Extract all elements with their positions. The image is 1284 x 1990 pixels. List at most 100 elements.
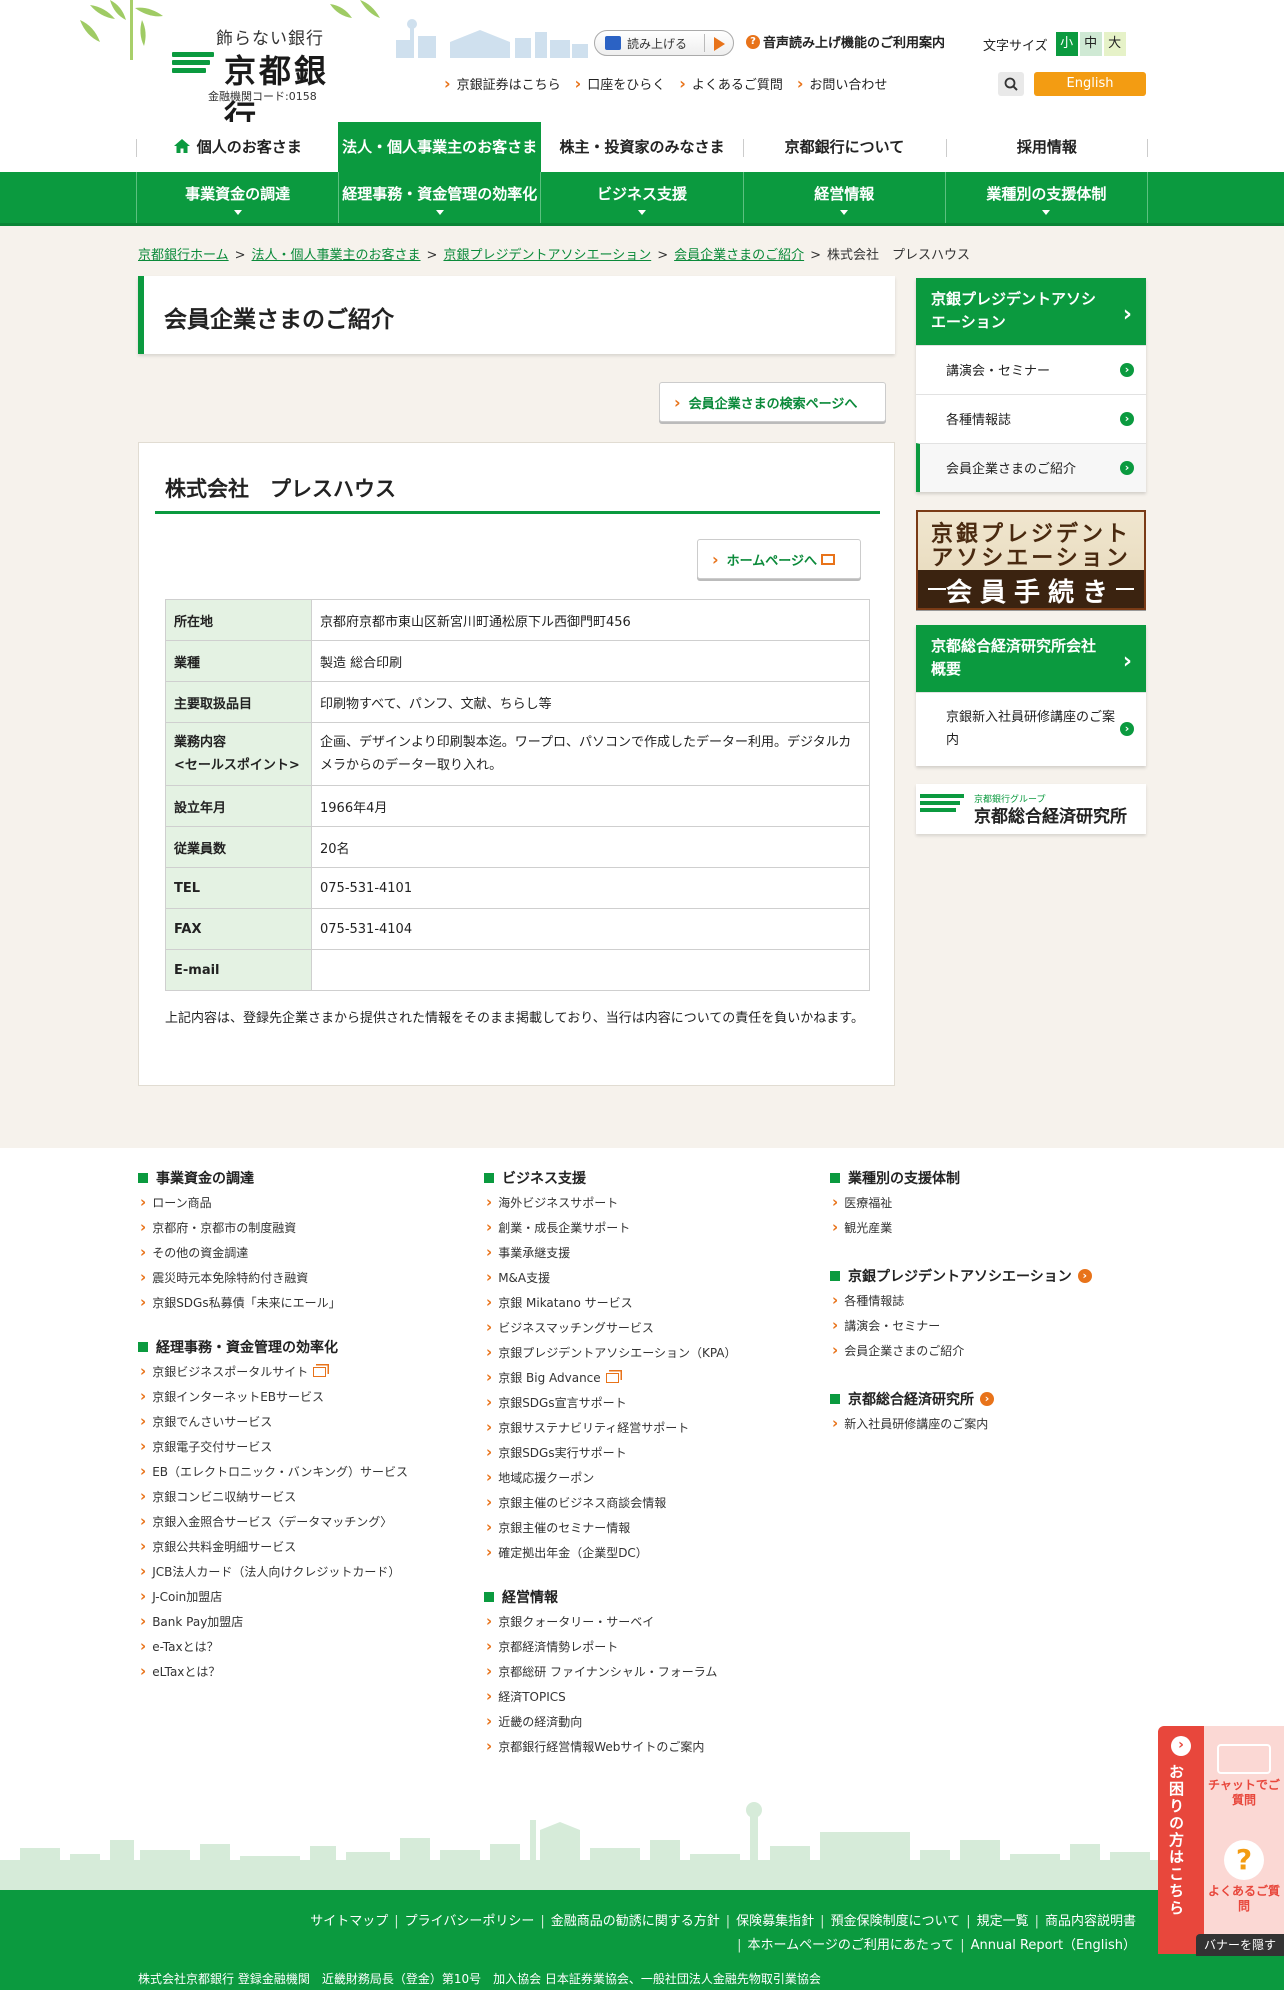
breadcrumb-current: 株式会社 プレスハウス	[827, 248, 971, 263]
footer-bottom: サイトマッププライバシーポリシー金融商品の勧誘に関する方針保険募集指針預金保険制…	[0, 1890, 1284, 1990]
chevron-right-icon: ›	[1120, 460, 1134, 475]
nav-about[interactable]: 京都銀行について	[743, 122, 945, 172]
search-button[interactable]	[998, 72, 1024, 96]
footer-section: 事業資金の調達 ローン商品 京都府・京都市の制度融資 その他の資金調達 震災時元…	[138, 1168, 408, 1315]
footer-section: 京銀プレジデントアソシエーション› 各種情報誌 講演会・セミナー 会員企業さまの…	[830, 1266, 1092, 1363]
institution-code: 金融機関コード:0158	[208, 90, 317, 103]
hide-banner-button[interactable]: バナーを隠す	[1196, 1934, 1284, 1956]
terms-of-use-link[interactable]: 本ホームページのご利用にあたって	[731, 1938, 954, 1953]
open-account-link[interactable]: 口座をひらく	[575, 74, 665, 93]
breadcrumb-corporate[interactable]: 法人・個人事業主のお客さま	[252, 248, 421, 263]
disclaimer-note: 上記内容は、登録先企業さまから提供された情報をそのまま掲載しており、当行は内容に…	[165, 1011, 865, 1026]
breadcrumb-home[interactable]: 京都銀行ホーム	[138, 248, 229, 263]
sidebar-kpa-heading[interactable]: 京銀プレジデントアソシエーション	[916, 278, 1146, 345]
securities-link[interactable]: 京銀証券はこちら	[444, 74, 561, 93]
ker-banner[interactable]: 京都銀行グループ 京都総合経済研究所	[916, 784, 1146, 834]
new-window-icon	[313, 1367, 327, 1377]
deposit-insurance-link[interactable]: 預金保険制度について	[814, 1914, 960, 1929]
chevron-right-icon: ›	[1120, 411, 1134, 426]
page-title: 会員企業さまのご紹介	[164, 307, 394, 333]
product-description-link[interactable]: 商品内容説明書	[1029, 1914, 1136, 1929]
subnav-industry-support[interactable]: 業種別の支援体制	[944, 172, 1149, 223]
nav-recruit[interactable]: 採用情報	[945, 122, 1149, 172]
footer-column-2: ビジネス支援 海外ビジネスサポート 創業・成長企業サポート 事業承継支援 M&A…	[484, 1168, 737, 1781]
faq-link[interactable]: よくあるご質問	[679, 74, 783, 93]
footer-section: 業種別の支援体制 医療福祉 観光産業	[830, 1168, 1092, 1240]
subnav-accounting[interactable]: 経理事務・資金管理の効率化	[338, 172, 540, 223]
speaker-icon	[605, 36, 621, 50]
nav-corporate[interactable]: 法人・個人事業主のお客さま	[338, 122, 541, 172]
chevron-right-icon: ›	[1120, 362, 1134, 377]
homepage-button[interactable]: › ホームページへ	[697, 539, 861, 579]
font-size-medium-button[interactable]: 中	[1079, 32, 1102, 56]
search-icon	[1004, 77, 1018, 91]
footer-column-1: 事業資金の調達 ローン商品 京都府・京都市の制度融資 その他の資金調達 震災時元…	[138, 1168, 408, 1706]
home-icon	[173, 139, 190, 153]
faq-button[interactable]: ? よくあるご質問	[1204, 1840, 1284, 1914]
question-icon: ?	[746, 34, 760, 49]
contact-link[interactable]: お問い合わせ	[797, 74, 887, 93]
table-row: 従業員数 20名	[165, 826, 870, 868]
font-size-small-button[interactable]: 小	[1055, 32, 1078, 56]
font-size-large-button[interactable]: 大	[1103, 32, 1126, 56]
sitemap-link[interactable]: サイトマップ	[310, 1914, 388, 1929]
play-icon	[714, 37, 725, 51]
english-button[interactable]: English	[1034, 72, 1146, 96]
table-row: 業種 製造 総合印刷	[165, 640, 870, 682]
subnav-funding[interactable]: 事業資金の調達	[136, 172, 338, 223]
bank-logo[interactable]: 飾らない銀行 京都銀行 金融機関コード:0158	[172, 24, 362, 122]
table-row: 業務内容 <セールスポイント> 企画、デザインより印刷製本迄。ワープロ、パソコンで作…	[165, 722, 870, 786]
chevron-right-icon: ›	[1077, 1269, 1092, 1283]
privacy-link[interactable]: プライバシーポリシー	[388, 1914, 534, 1929]
regulations-link[interactable]: 規定一覧	[960, 1914, 1028, 1929]
footer-bottom-links: サイトマッププライバシーポリシー金融商品の勧誘に関する方針保険募集指針預金保険制…	[310, 1910, 1136, 1958]
footer-column-3: 業種別の支援体制 医療福祉 観光産業 京銀プレジデントアソシエーション› 各種情…	[830, 1168, 1092, 1458]
member-search-page-button[interactable]: › 会員企業さまの検索ページへ	[659, 382, 886, 422]
footer-section: 経営情報 京銀クォータリー・サーベイ 京都経済情勢レポート 京都総研 ファイナン…	[484, 1587, 737, 1759]
table-row: E-mail	[165, 949, 870, 991]
subnav-business-support[interactable]: ビジネス支援	[540, 172, 742, 223]
ker-logo-icon	[920, 794, 964, 815]
sidebar-ker-heading[interactable]: 京都総合経済研究所会社概要	[916, 625, 1146, 692]
nav-investors[interactable]: 株主・投資家のみなさま	[541, 122, 743, 172]
company-info-table: 所在地 京都府京都市東山区新宮川町通松原下ル西御門町456 業種 製造 総合印刷 主…	[165, 599, 870, 991]
bank-name: 京都銀行	[224, 52, 330, 122]
bamboo-decoration-icon	[80, 0, 163, 60]
footer-section: 経理事務・資金管理の効率化 京銀ビジネスポータルサイト 京銀インターネットEBサ…	[138, 1337, 408, 1684]
table-row: FAX 075-531-4104	[165, 908, 870, 950]
chat-question-button[interactable]: チャットでご質問	[1204, 1744, 1284, 1808]
chat-icon	[1217, 1744, 1271, 1774]
breadcrumb-members[interactable]: 会員企業さまのご紹介	[674, 248, 804, 263]
subnav-management-info[interactable]: 経営情報	[742, 172, 945, 223]
read-aloud-button[interactable]: 読み上げる	[594, 30, 734, 56]
chevron-right-icon: ›	[1120, 722, 1134, 736]
annual-report-link[interactable]: Annual Report（English）	[954, 1938, 1136, 1953]
kpa-membership-banner[interactable]: 京銀プレジデント アソシエーション 会員手続き	[916, 510, 1146, 610]
page-title-box: 会員企業さまのご紹介	[138, 276, 895, 354]
breadcrumb-kpa[interactable]: 京銀プレジデントアソシエーション	[443, 248, 651, 263]
solicitation-policy-link[interactable]: 金融商品の勧誘に関する方針	[534, 1914, 719, 1929]
kyoto-skyline-icon	[396, 19, 588, 58]
sidebar-item-seminar[interactable]: 講演会・セミナー ›	[916, 344, 1146, 394]
table-row: 所在地 京都府京都市東山区新宮川町通松原下ル西御門町456	[165, 599, 870, 641]
nav-personal[interactable]: 個人のお客さま	[136, 122, 338, 172]
sidebar-item-magazines[interactable]: 各種情報誌 ›	[916, 393, 1146, 443]
main-nav: 個人のお客さま 法人・個人事業主のお客さま 株主・投資家のみなさま 京都銀行につ…	[136, 122, 1149, 172]
table-row: TEL 075-531-4101	[165, 867, 870, 909]
sidebar-item-members[interactable]: 会員企業さまのご紹介 ›	[916, 442, 1146, 492]
sidebar-kpa-menu: 京銀プレジデントアソシエーション 講演会・セミナー› 各種情報誌› 会員企業さま…	[916, 278, 1146, 492]
kyoto-cityscape-icon	[0, 1802, 1284, 1890]
external-link-icon	[820, 553, 835, 565]
question-icon: ?	[1224, 1840, 1264, 1880]
logo-mark-icon	[172, 52, 214, 80]
chevron-right-icon: ›	[1171, 1736, 1191, 1756]
company-card: 株式会社 プレスハウス › ホームページへ 所在地 京都府京都市東山区新宮川町通松原…	[138, 442, 895, 1086]
sidebar-item-training[interactable]: 京銀新入社員研修講座のご案内 ›	[916, 691, 1146, 766]
new-window-icon	[605, 1373, 619, 1383]
table-row: 設立年月 1966年4月	[165, 785, 870, 827]
help-tab[interactable]: › お困りの方はこちら	[1158, 1726, 1204, 1954]
chevron-right-icon: ›	[674, 392, 681, 412]
voice-help-link[interactable]: ? 音声読み上げ機能のご利用案内	[746, 32, 945, 51]
chevron-right-icon: ›	[980, 1392, 994, 1406]
insurance-guideline-link[interactable]: 保険募集指針	[720, 1914, 814, 1929]
